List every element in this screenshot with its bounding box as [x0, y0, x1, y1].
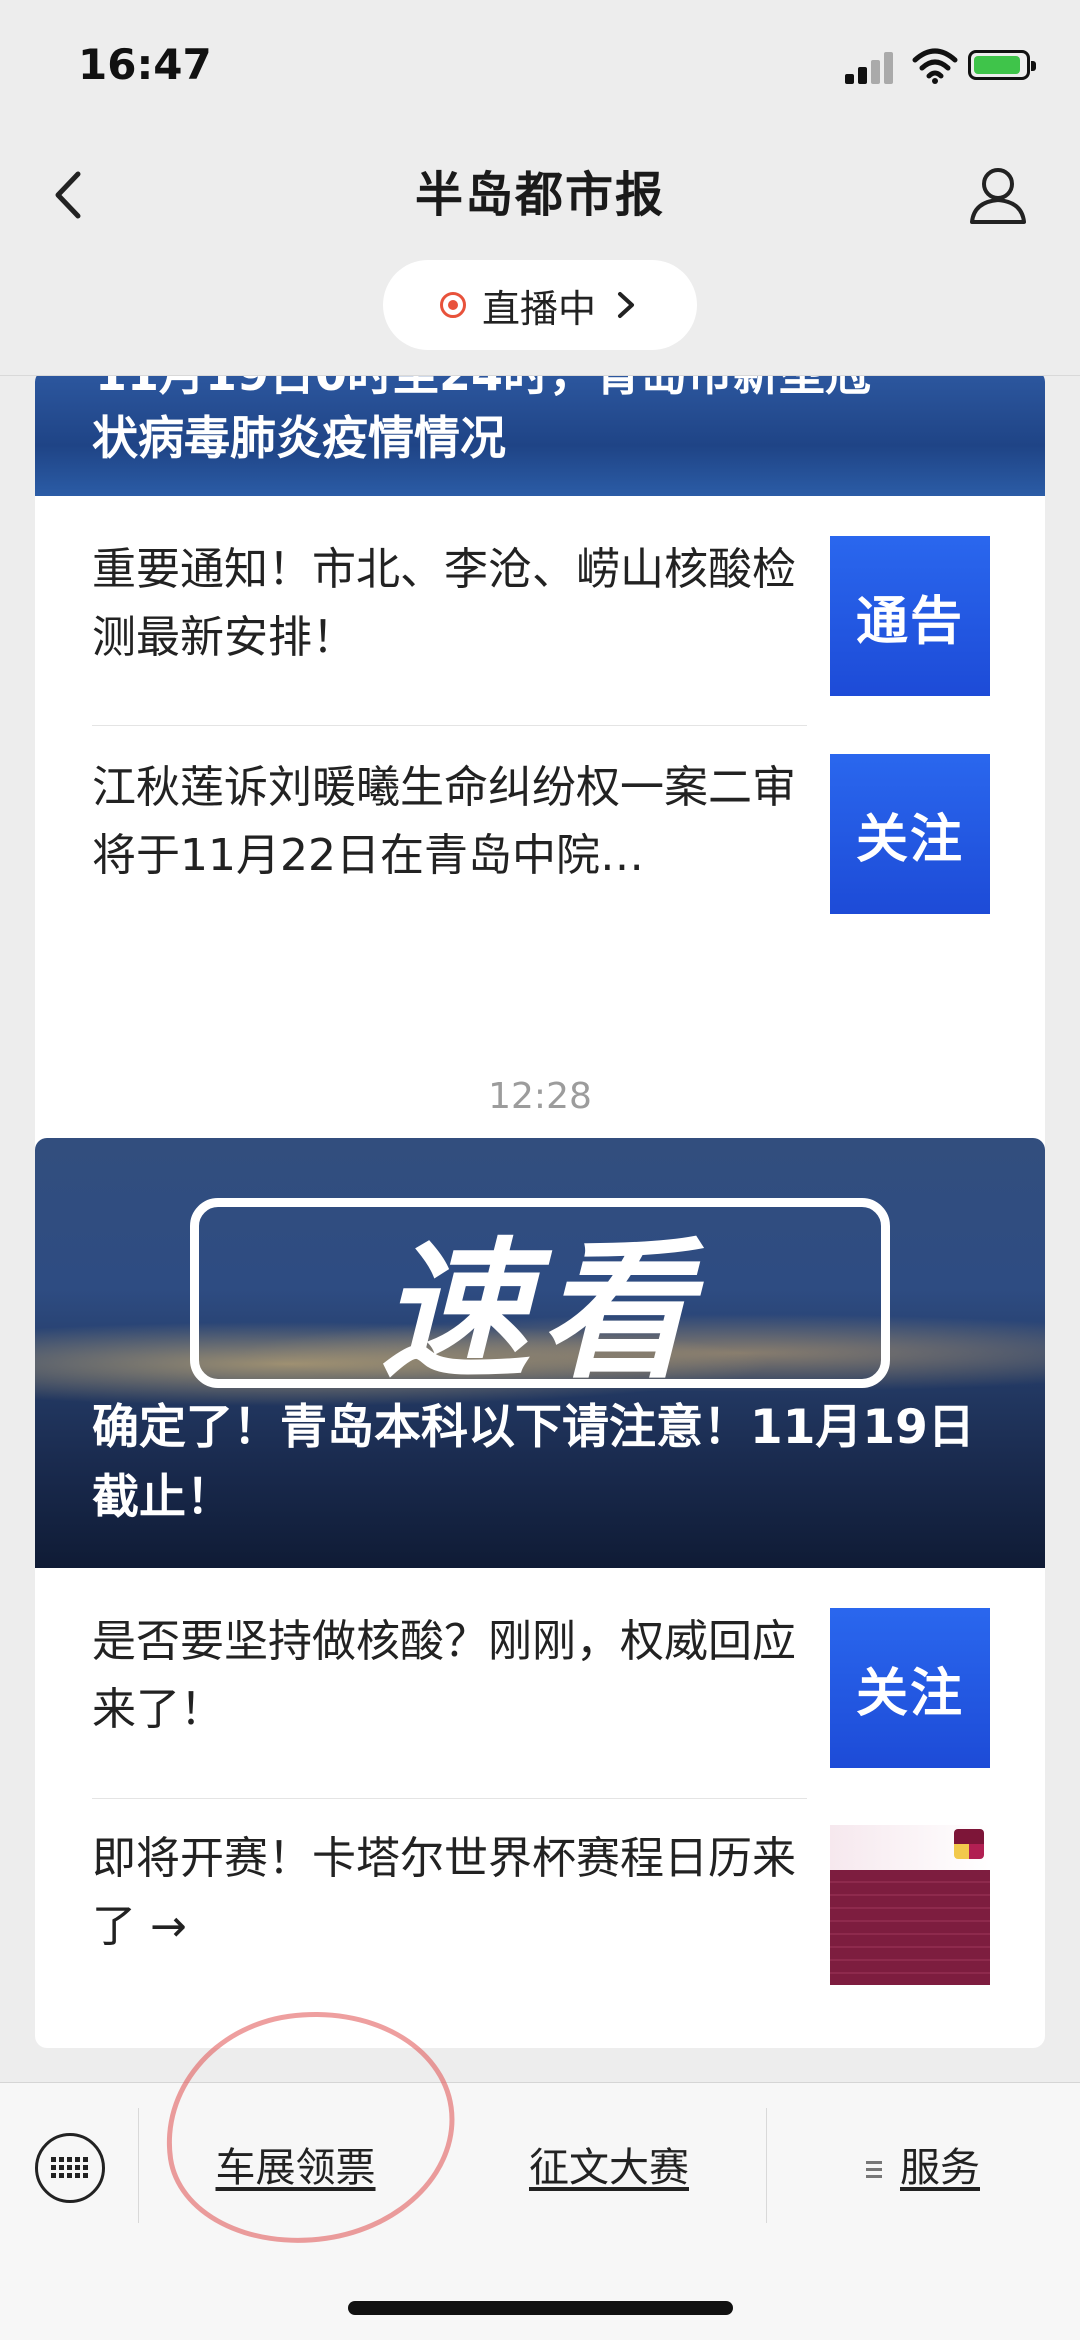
list-item[interactable]: 重要通知！市北、李沧、崂山核酸检测最新安排！ 通告 — [35, 496, 1045, 711]
article-title: 江秋莲诉刘暖曦生命纠纷权一案二审将于11月22日在青岛中院… — [92, 762, 796, 881]
wifi-icon — [912, 48, 958, 84]
thumbnail-label: 关注 — [855, 1663, 964, 1724]
article-thumbnail: 关注 — [830, 1608, 990, 1768]
submenu-lines-icon — [866, 2161, 882, 2179]
hero-headline: 确定了！青岛本科以下请注意！11月19日截止！ — [92, 1400, 975, 1525]
hero-headline-cut: 11月19日0时至24时，青岛市新型冠 — [95, 376, 871, 404]
menu-item-essay-contest[interactable]: 征文大赛 — [453, 2133, 765, 2203]
list-item[interactable]: 是否要坚持做核酸？刚刚，权威回应来了！ 关注 — [35, 1568, 1045, 1783]
message-feed[interactable]: 11月19日0时至24时，青岛市新型冠 状病毒肺炎疫情情况 重要通知！市北、李沧… — [0, 376, 1080, 2081]
news-card: 速看 确定了！青岛本科以下请注意！11月19日截止！ 是否要坚持做核酸？刚刚，权… — [35, 1138, 1045, 2048]
navigation-bar: 半岛都市报 直播中 — [0, 130, 1080, 376]
list-item[interactable]: 即将开赛！卡塔尔世界杯赛程日历来了 → — [35, 1785, 1045, 2000]
cellular-signal-icon — [845, 50, 897, 84]
hero-article[interactable]: 11月19日0时至24时，青岛市新型冠 状病毒肺炎疫情情况 — [35, 376, 1045, 496]
thumbnail-label: 通告 — [855, 591, 964, 652]
live-indicator-icon — [439, 292, 466, 318]
list-item[interactable]: 江秋莲诉刘暖曦生命纠纷权一案二审将于11月22日在青岛中院… 关注 — [35, 714, 1045, 929]
article-thumbnail: 通告 — [830, 536, 990, 696]
hero-headline: 状病毒肺炎疫情情况 — [92, 411, 506, 465]
status-time: 16:47 — [78, 40, 212, 89]
article-thumbnail: 关注 — [830, 754, 990, 914]
menu-item-label: 服务 — [900, 2145, 980, 2191]
live-streaming-button[interactable]: 直播中 — [383, 260, 697, 350]
home-indicator — [348, 2301, 733, 2315]
article-title: 是否要坚持做核酸？刚刚，权威回应来了！ — [92, 1616, 796, 1735]
profile-person-icon[interactable] — [966, 160, 1030, 230]
live-label: 直播中 — [481, 286, 596, 331]
menu-item-car-show-tickets[interactable]: 车展领票 — [138, 2133, 453, 2203]
page-title: 半岛都市报 — [414, 167, 665, 223]
world-cup-schedule-thumbnail — [830, 1825, 990, 1985]
status-bar: 16:47 — [0, 0, 1080, 130]
menu-item-services[interactable]: 服务 — [766, 2133, 1080, 2203]
timestamp: 12:28 — [488, 1076, 592, 1117]
thumbnail-label: 关注 — [855, 809, 964, 870]
chevron-right-icon — [618, 292, 634, 318]
article-title: 即将开赛！卡塔尔世界杯赛程日历来了 → — [92, 1833, 796, 1952]
hero-article[interactable]: 速看 确定了！青岛本科以下请注意！11月19日截止！ — [35, 1138, 1045, 1568]
battery-icon — [968, 50, 1036, 80]
article-title: 重要通知！市北、李沧、崂山核酸检测最新安排！ — [92, 544, 796, 663]
keyboard-icon[interactable] — [35, 2133, 105, 2203]
hero-badge: 速看 — [379, 1225, 700, 1399]
